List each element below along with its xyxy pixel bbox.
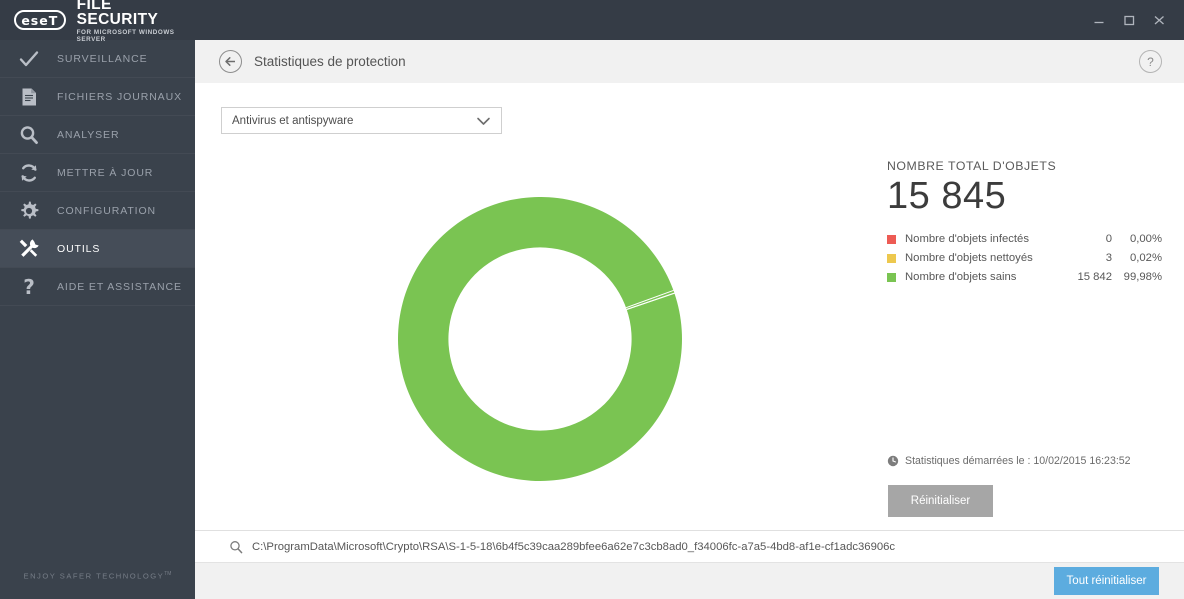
page-title: Statistiques de protection [254, 54, 406, 69]
brand-header: eseT FILE SECURITY FOR MICROSOFT WINDOWS… [0, 0, 195, 40]
back-arrow-icon[interactable] [219, 50, 242, 73]
legend-swatch-cleaned [887, 254, 896, 263]
brand-text: FILE SECURITY FOR MICROSOFT WINDOWS SERV… [77, 0, 195, 43]
title-bar [195, 0, 1184, 40]
footer-bar: Tout réinitialiser [195, 562, 1184, 599]
legend-item-cleaned: Nombre d'objets nettoyés 3 0,02% [887, 249, 1162, 268]
chevron-down-icon [476, 116, 491, 126]
sidebar-item-label: ANALYSER [57, 129, 119, 141]
legend-count: 0 [1060, 233, 1112, 245]
legend-swatch-clean [887, 273, 896, 282]
scanned-file-path: C:\ProgramData\Microsoft\Crypto\RSA\S-1-… [252, 541, 895, 553]
question-icon: ? [14, 272, 44, 302]
sidebar-tagline: ENJOY SAFER TECHNOLOGYTM [0, 571, 195, 581]
sidebar-item-configuration[interactable]: CONFIGURATION [0, 192, 195, 230]
legend-item-clean: Nombre d'objets sains 15 842 99,98% [887, 268, 1162, 287]
module-filter-value: Antivirus et antispyware [232, 115, 353, 127]
minimize-button[interactable] [1084, 7, 1114, 33]
total-objects-value: 15 845 [887, 177, 1162, 217]
status-bar: C:\ProgramData\Microsoft\Crypto\RSA\S-1-… [195, 530, 1184, 562]
sidebar-item-label: AIDE ET ASSISTANCE [57, 281, 182, 293]
sidebar-item-label: CONFIGURATION [57, 205, 156, 217]
sidebar-nav: SURVEILLANCE FICHIERS JOURNAUX [0, 40, 195, 306]
sidebar-item-label: METTRE À JOUR [57, 167, 153, 179]
sidebar-item-label: OUTILS [57, 243, 100, 255]
legend-label: Nombre d'objets sains [905, 271, 1060, 283]
statistics-start-time: Statistiques démarrées le : 10/02/2015 1… [887, 455, 1131, 467]
sidebar-item-outils[interactable]: OUTILS [0, 230, 195, 268]
tagline-text: ENJOY SAFER TECHNOLOGY [24, 572, 165, 581]
help-button[interactable]: ? [1139, 50, 1162, 73]
module-filter-select[interactable]: Antivirus et antispyware [221, 107, 502, 134]
main-content: Antivirus et antispyware NOMBRE TOTAL D'… [195, 83, 1184, 530]
legend-percent: 99,98% [1112, 271, 1162, 283]
protection-statistics-donut-chart [398, 197, 682, 481]
close-button[interactable] [1144, 7, 1174, 33]
chart-legend: Nombre d'objets infectés 0 0,00% Nombre … [887, 230, 1162, 287]
clock-icon [887, 455, 899, 467]
eset-file-security-window: eseT FILE SECURITY FOR MICROSOFT WINDOWS… [0, 0, 1184, 599]
tools-icon [14, 234, 44, 264]
sidebar-item-label: SURVEILLANCE [57, 53, 148, 65]
donut-svg [398, 197, 682, 481]
total-objects-label: NOMBRE TOTAL D'OBJETS [887, 159, 1162, 173]
legend-count: 15 842 [1060, 271, 1112, 283]
document-icon [14, 82, 44, 112]
reset-all-button[interactable]: Tout réinitialiser [1054, 567, 1159, 595]
legend-percent: 0,02% [1112, 252, 1162, 264]
gear-icon [14, 196, 44, 226]
sidebar-item-mettre-a-jour[interactable]: METTRE À JOUR [0, 154, 195, 192]
check-icon [14, 44, 44, 74]
tagline-trademark: TM [164, 571, 171, 577]
eset-logo: eseT [14, 10, 66, 30]
legend-count: 3 [1060, 252, 1112, 264]
search-icon [14, 120, 44, 150]
legend-label: Nombre d'objets nettoyés [905, 252, 1060, 264]
svg-text:?: ? [23, 276, 35, 298]
legend-swatch-infected [887, 235, 896, 244]
sidebar-item-label: FICHIERS JOURNAUX [57, 91, 182, 103]
reset-button[interactable]: Réinitialiser [888, 485, 993, 517]
window-controls [1084, 0, 1174, 40]
search-icon [229, 540, 243, 554]
sidebar: eseT FILE SECURITY FOR MICROSOFT WINDOWS… [0, 0, 195, 599]
maximize-button[interactable] [1114, 7, 1144, 33]
refresh-icon [14, 158, 44, 188]
statistics-panel: NOMBRE TOTAL D'OBJETS 15 845 Nombre d'ob… [887, 159, 1162, 287]
legend-label: Nombre d'objets infectés [905, 233, 1060, 245]
sidebar-item-fichiers-journaux[interactable]: FICHIERS JOURNAUX [0, 78, 195, 116]
legend-item-infected: Nombre d'objets infectés 0 0,00% [887, 230, 1162, 249]
legend-percent: 0,00% [1112, 233, 1162, 245]
sidebar-item-analyser[interactable]: ANALYSER [0, 116, 195, 154]
product-title: FILE SECURITY [77, 0, 195, 28]
sidebar-item-surveillance[interactable]: SURVEILLANCE [0, 40, 195, 78]
start-time-text: Statistiques démarrées le : 10/02/2015 1… [905, 455, 1131, 467]
sidebar-item-aide-et-assistance[interactable]: ? AIDE ET ASSISTANCE [0, 268, 195, 306]
page-header: Statistiques de protection ? [195, 40, 1184, 83]
